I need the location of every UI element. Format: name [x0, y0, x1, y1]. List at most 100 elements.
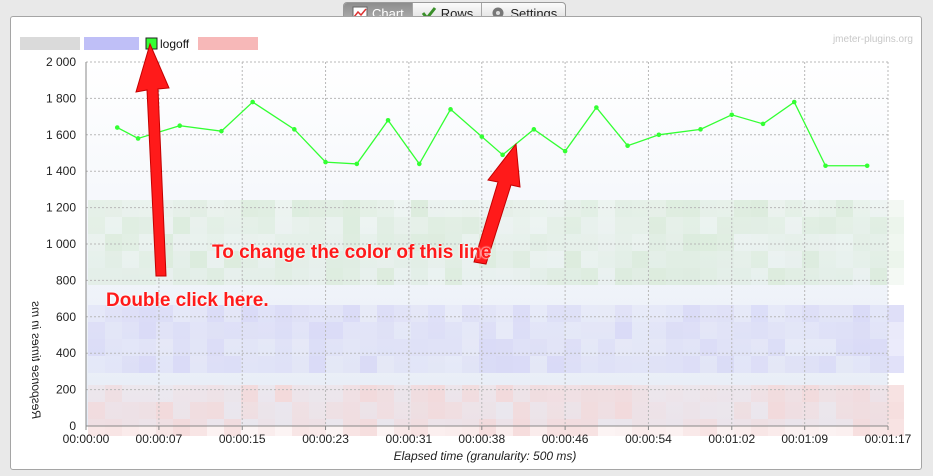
pixel-cell	[751, 402, 768, 419]
data-point	[698, 127, 703, 132]
annotation-legend-note: Double click here.	[106, 290, 269, 311]
pixel-cell	[870, 402, 887, 419]
pixel-cell	[870, 356, 887, 373]
pixel-cell	[377, 305, 394, 322]
pixel-cell	[258, 217, 275, 234]
pixel-cell	[88, 234, 105, 251]
pixel-cell	[700, 402, 717, 419]
pixel-cell	[853, 322, 870, 339]
legend-item-blurred-3[interactable]	[198, 37, 258, 50]
pixel-cell	[360, 305, 377, 322]
pixel-cell	[173, 200, 190, 217]
pixel-cell	[836, 419, 853, 436]
x-tick-label: 00:00:38	[458, 432, 505, 446]
pixel-cell	[785, 217, 802, 234]
pixel-cell	[768, 322, 785, 339]
pixel-cell	[258, 356, 275, 373]
pixel-cell	[513, 234, 530, 251]
pixel-cell	[462, 305, 479, 322]
pixel-cell	[411, 385, 428, 402]
y-tick-label: 400	[56, 346, 76, 360]
pixel-cell	[462, 217, 479, 234]
pixel-cell	[88, 305, 105, 322]
pixel-cell	[700, 200, 717, 217]
pixel-cell	[853, 251, 870, 268]
pixel-cell	[819, 217, 836, 234]
pixel-cell	[326, 356, 343, 373]
x-tick-label: 00:01:09	[781, 432, 828, 446]
data-point	[625, 143, 630, 149]
pixel-cell	[768, 217, 785, 234]
pixel-cell	[343, 200, 360, 217]
pixel-cell	[581, 234, 598, 251]
data-point	[760, 121, 766, 127]
pixel-cell	[292, 402, 309, 419]
pixel-cell	[666, 200, 683, 217]
x-tick-label: 00:01:17	[865, 432, 912, 446]
pixel-cell	[445, 200, 462, 217]
x-axis-label: Elapsed time (granularity: 500 ms)	[394, 449, 577, 463]
pixel-cell	[700, 217, 717, 234]
pixel-cell	[547, 305, 564, 322]
y-tick-label: 200	[56, 383, 76, 397]
pixel-cell	[683, 419, 700, 436]
pixel-cell	[649, 268, 666, 285]
data-point	[416, 161, 422, 167]
pixel-cell	[224, 217, 241, 234]
pixel-cell	[615, 305, 632, 322]
pixelated-series-background	[88, 200, 904, 436]
pixel-cell	[734, 385, 751, 402]
pixel-cell	[241, 217, 258, 234]
pixel-cell	[173, 251, 190, 268]
x-tick-label: 00:00:31	[386, 432, 433, 446]
pixel-cell	[734, 305, 751, 322]
data-point	[354, 161, 360, 167]
pixel-cell	[292, 268, 309, 285]
pixel-cell	[275, 322, 292, 339]
pixel-cell	[530, 356, 547, 373]
pixel-cell	[870, 217, 887, 234]
pixel-cell	[122, 200, 139, 217]
pixel-cell	[207, 268, 224, 285]
pixel-cell	[819, 268, 836, 285]
pixel-cell	[105, 251, 122, 268]
pixel-cell	[122, 217, 139, 234]
pixel-cell	[564, 356, 581, 373]
pixel-cell	[836, 356, 853, 373]
pixel-cell	[700, 305, 717, 322]
y-tick-label: 1 400	[46, 164, 76, 178]
pixel-cell	[105, 217, 122, 234]
y-tick-label: 2 000	[46, 55, 76, 69]
pixel-cell	[700, 356, 717, 373]
pixel-cell	[785, 356, 802, 373]
pixel-cell	[836, 234, 853, 251]
pixel-cell	[258, 322, 275, 339]
pixel-cell	[513, 402, 530, 419]
pixel-cell	[564, 268, 581, 285]
pixel-cell	[632, 356, 649, 373]
pixel-cell	[632, 200, 649, 217]
y-tick-label: 1 600	[46, 128, 76, 142]
pixel-cell	[360, 419, 377, 436]
pixel-cell	[649, 234, 666, 251]
pixel-cell	[241, 402, 258, 419]
pixel-cell	[615, 217, 632, 234]
pixel-cell	[598, 217, 615, 234]
pixel-cell	[785, 402, 802, 419]
pixel-cell	[139, 385, 156, 402]
pixel-cell	[190, 322, 207, 339]
pixel-cell	[105, 385, 122, 402]
pixel-cell	[275, 419, 292, 436]
pixel-cell	[632, 305, 649, 322]
pixel-cell	[870, 268, 887, 285]
pixel-cell	[581, 251, 598, 268]
legend-item-blurred-2[interactable]	[84, 37, 139, 50]
pixel-cell	[190, 200, 207, 217]
pixel-cell	[445, 322, 462, 339]
pixel-cell	[377, 200, 394, 217]
pixel-cell	[666, 251, 683, 268]
legend-item-blurred-1[interactable]	[20, 37, 80, 50]
pixel-cell	[292, 385, 309, 402]
pixel-cell	[700, 268, 717, 285]
pixel-cell	[819, 200, 836, 217]
